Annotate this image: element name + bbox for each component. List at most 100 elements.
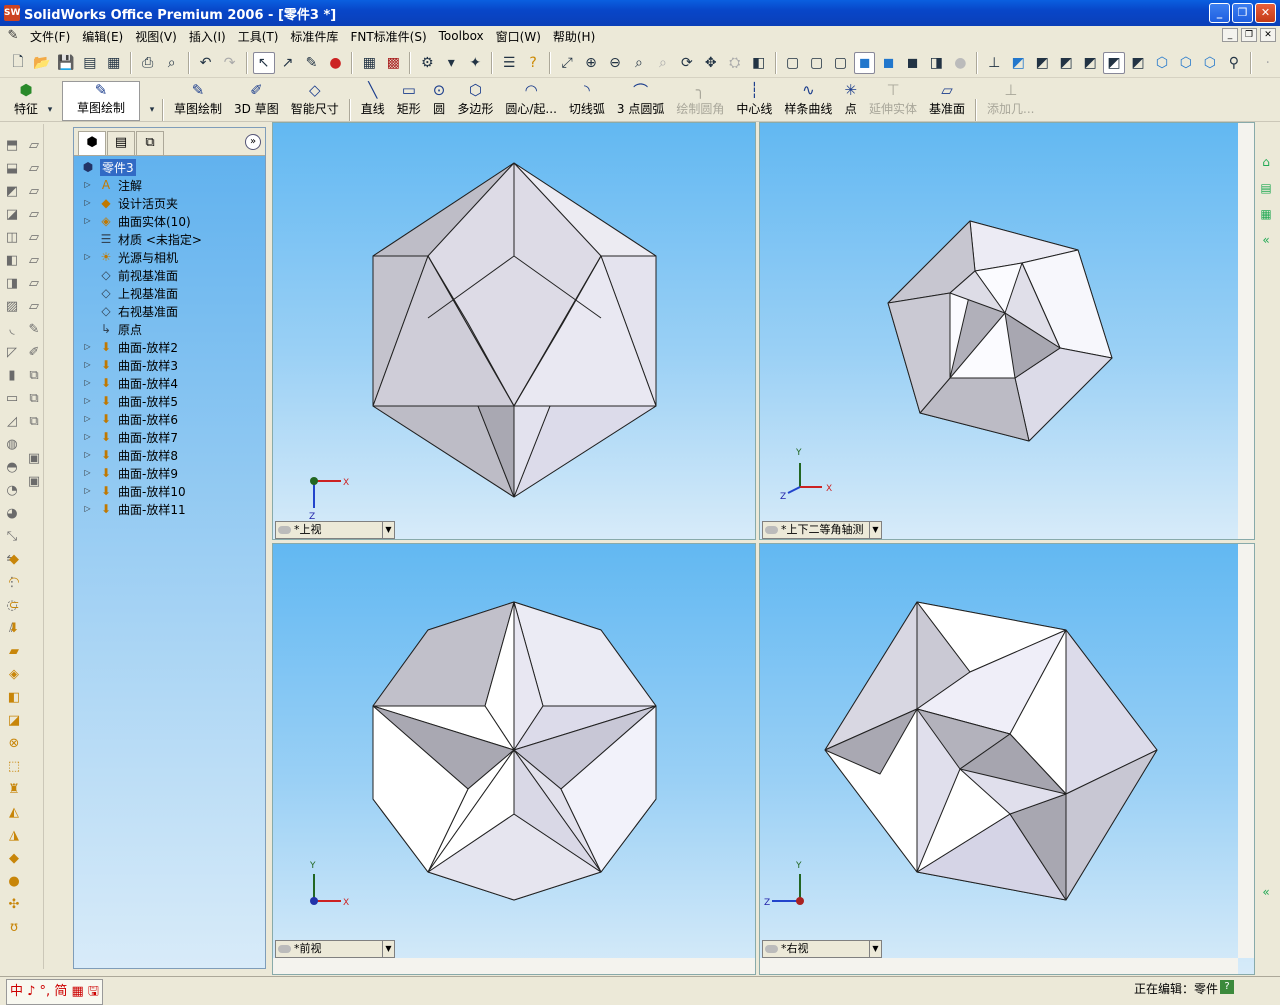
deform-icon[interactable]: ◕ bbox=[2, 504, 22, 524]
shell-icon[interactable]: ▭ bbox=[2, 389, 22, 409]
tab-configuration-manager[interactable]: ⧉ bbox=[136, 131, 164, 155]
line-button[interactable]: ╲ 直线 bbox=[361, 81, 385, 121]
extend-surface-icon[interactable]: ⬚ bbox=[4, 757, 24, 777]
tree-item[interactable]: ◇ 前视基准面 bbox=[82, 266, 178, 284]
extrude-cut-icon[interactable]: ◫ bbox=[2, 228, 22, 248]
hole-icon[interactable]: ◍ bbox=[2, 435, 22, 455]
left-view-icon[interactable]: ◩ bbox=[1055, 52, 1077, 74]
tree-item[interactable]: ▷ ⬇ 曲面-放样7 bbox=[82, 428, 178, 446]
3d-sketch-button[interactable]: ✐ 3D 草图 bbox=[234, 81, 279, 121]
curve-icon[interactable]: ▱ bbox=[24, 205, 44, 225]
tree-item[interactable]: ▷ ◈ 曲面实体(10) bbox=[82, 212, 190, 230]
rotate-icon[interactable]: ⟳ bbox=[676, 52, 698, 74]
front-view-icon[interactable]: ◩ bbox=[1007, 52, 1029, 74]
extend-entities-button[interactable]: ⊤ 延伸实体 bbox=[869, 81, 917, 121]
top-view-icon[interactable]: ◩ bbox=[1103, 51, 1126, 74]
3-point-arc-button[interactable]: ⌒ 3 点圆弧 bbox=[617, 81, 664, 121]
zoom-previous-icon[interactable]: ⌕ bbox=[652, 52, 674, 74]
feature-dropdown-icon[interactable]: ▾ bbox=[45, 99, 55, 121]
tree-item[interactable]: ▷ ⬇ 曲面-放样2 bbox=[82, 338, 178, 356]
menu-toolbox[interactable]: Toolbox bbox=[433, 29, 490, 43]
coordinate-system-icon[interactable]: ▱ bbox=[24, 182, 44, 202]
fillet-icon[interactable]: ◟ bbox=[2, 320, 22, 340]
tree-item[interactable]: ◇ 上视基准面 bbox=[82, 284, 178, 302]
trimetric-view-icon[interactable]: ⬡ bbox=[1175, 52, 1197, 74]
add-relation-button[interactable]: ⊥ 添加几... bbox=[987, 81, 1034, 121]
menu-view[interactable]: 视图(V) bbox=[129, 28, 183, 45]
edit-sketch-icon[interactable]: ✎ bbox=[24, 320, 44, 340]
chevron-down-icon[interactable]: ▼ bbox=[382, 941, 394, 957]
revolve-cut-icon[interactable]: ◧ bbox=[2, 251, 22, 271]
fill-surface-icon[interactable]: ⊗ bbox=[4, 734, 24, 754]
minimize-button[interactable]: _ bbox=[1209, 3, 1230, 23]
zoom-area-icon[interactable]: ⊕ bbox=[580, 52, 602, 74]
dimetric-view-icon[interactable]: ⬡ bbox=[1199, 52, 1221, 74]
library-icon[interactable]: ▤ bbox=[1256, 178, 1276, 198]
offset-surface-icon[interactable]: ◈ bbox=[4, 665, 24, 685]
menu-file[interactable]: 文件(F) bbox=[24, 28, 76, 45]
traffic-light-icon[interactable]: ● bbox=[324, 52, 346, 74]
expand-arrow-icon[interactable]: ▷ bbox=[82, 450, 93, 461]
pan-icon[interactable]: ✥ bbox=[700, 52, 722, 74]
viewport-right-label[interactable]: *右视 ▼ bbox=[762, 940, 882, 958]
zoom-selection-icon[interactable]: ⌕ bbox=[628, 52, 650, 74]
expand-panel-icon[interactable]: « bbox=[1256, 882, 1276, 902]
polygon-button[interactable]: ⬡ 多边形 bbox=[457, 81, 493, 121]
options-dropdown-icon[interactable]: ▾ bbox=[440, 52, 462, 74]
tree-item[interactable]: ▷ ⬇ 曲面-放样9 bbox=[82, 464, 178, 482]
collapse-panel-icon[interactable]: « bbox=[1256, 230, 1276, 250]
chevron-down-icon[interactable]: ▼ bbox=[382, 522, 394, 538]
axis-icon[interactable]: ▱ bbox=[24, 159, 44, 179]
knit-surface-icon[interactable]: ◪ bbox=[4, 711, 24, 731]
tree-item[interactable]: ▷ ⬇ 曲面-放样5 bbox=[82, 392, 178, 410]
expand-arrow-icon[interactable]: ▷ bbox=[82, 486, 93, 497]
file-properties-icon[interactable]: ☰ bbox=[498, 52, 520, 74]
ruled-surface-icon[interactable]: ▣ bbox=[24, 449, 44, 469]
surface-sweep-icon[interactable]: ⊂ bbox=[4, 596, 24, 616]
expand-arrow-icon[interactable]: ▷ bbox=[82, 468, 93, 479]
offset-entities-icon[interactable]: ⧉ bbox=[24, 389, 44, 409]
file-explorer-icon[interactable]: ▦ bbox=[1256, 204, 1276, 224]
tangent-arc-button[interactable]: ◝ 切线弧 bbox=[569, 81, 605, 121]
sketch-mode-button[interactable]: ✎ 草图绘制 bbox=[62, 81, 141, 121]
menu-insert[interactable]: 插入(I) bbox=[183, 28, 232, 45]
ref-geometry-icon[interactable]: ▱ bbox=[24, 136, 44, 156]
menu-fnt[interactable]: FNT标准件(S) bbox=[344, 28, 432, 45]
expand-arrow-icon[interactable]: ▷ bbox=[82, 378, 93, 389]
projected-curve-icon[interactable]: ▱ bbox=[24, 274, 44, 294]
standard-views-icon[interactable]: ◧ bbox=[748, 52, 770, 74]
tree-item[interactable]: ▷ ⬇ 曲面-放样10 bbox=[82, 482, 185, 500]
viewport-scrollbar-horizontal[interactable] bbox=[273, 958, 755, 974]
plane-button[interactable]: ▱ 基准面 bbox=[929, 81, 965, 121]
surface-revolve-icon[interactable]: ◠ bbox=[4, 573, 24, 593]
menu-standard-library[interactable]: 标准件库 bbox=[284, 28, 344, 45]
move-copy-icon[interactable]: ✣ bbox=[4, 895, 24, 915]
solidworks-logo-icon[interactable]: ✎ bbox=[4, 28, 22, 44]
spline-button[interactable]: ∿ 样条曲线 bbox=[784, 81, 832, 121]
sketch-3d-icon[interactable]: ✐ bbox=[24, 343, 44, 363]
viewport-front-label[interactable]: *前视 ▼ bbox=[275, 940, 395, 958]
select-other-icon[interactable]: ↗ bbox=[277, 52, 299, 74]
helix-icon[interactable]: ▱ bbox=[24, 228, 44, 248]
sketch-icon[interactable]: ✎ bbox=[301, 52, 323, 74]
centerline-button[interactable]: ┆ 中心线 bbox=[736, 81, 772, 121]
view-orientation-icon[interactable]: ⛭ bbox=[724, 52, 746, 74]
make-drawing-icon[interactable]: ▤ bbox=[79, 52, 101, 74]
home-icon[interactable]: ⌂ bbox=[1256, 152, 1276, 172]
menu-edit[interactable]: 编辑(E) bbox=[76, 28, 129, 45]
loft-cut-icon[interactable]: ▨ bbox=[2, 297, 22, 317]
tree-item[interactable]: ▷ A 注解 bbox=[82, 176, 142, 194]
expand-arrow-icon[interactable]: ▷ bbox=[82, 198, 93, 209]
new-icon[interactable]: 🗋 bbox=[7, 52, 29, 74]
print-icon[interactable]: ⎙ bbox=[137, 52, 159, 74]
tree-item[interactable]: ▷ ⬇ 曲面-放样4 bbox=[82, 374, 178, 392]
toolbox-icon[interactable]: ▩ bbox=[382, 52, 404, 74]
expand-arrow-icon[interactable]: ▷ bbox=[82, 414, 93, 425]
zoom-fit-icon[interactable]: ⤢ bbox=[556, 52, 578, 74]
expand-arrow-icon[interactable]: ▷ bbox=[82, 180, 93, 191]
extrude-boss-icon[interactable]: ⬒ bbox=[2, 136, 22, 156]
sketch-mode-dropdown-icon[interactable]: ▾ bbox=[147, 99, 157, 121]
hidden-lines-visible-icon[interactable]: ▢ bbox=[806, 52, 828, 74]
tree-item[interactable]: ☰ 材质 <未指定> bbox=[82, 230, 202, 248]
split-line-icon[interactable]: ▱ bbox=[24, 297, 44, 317]
